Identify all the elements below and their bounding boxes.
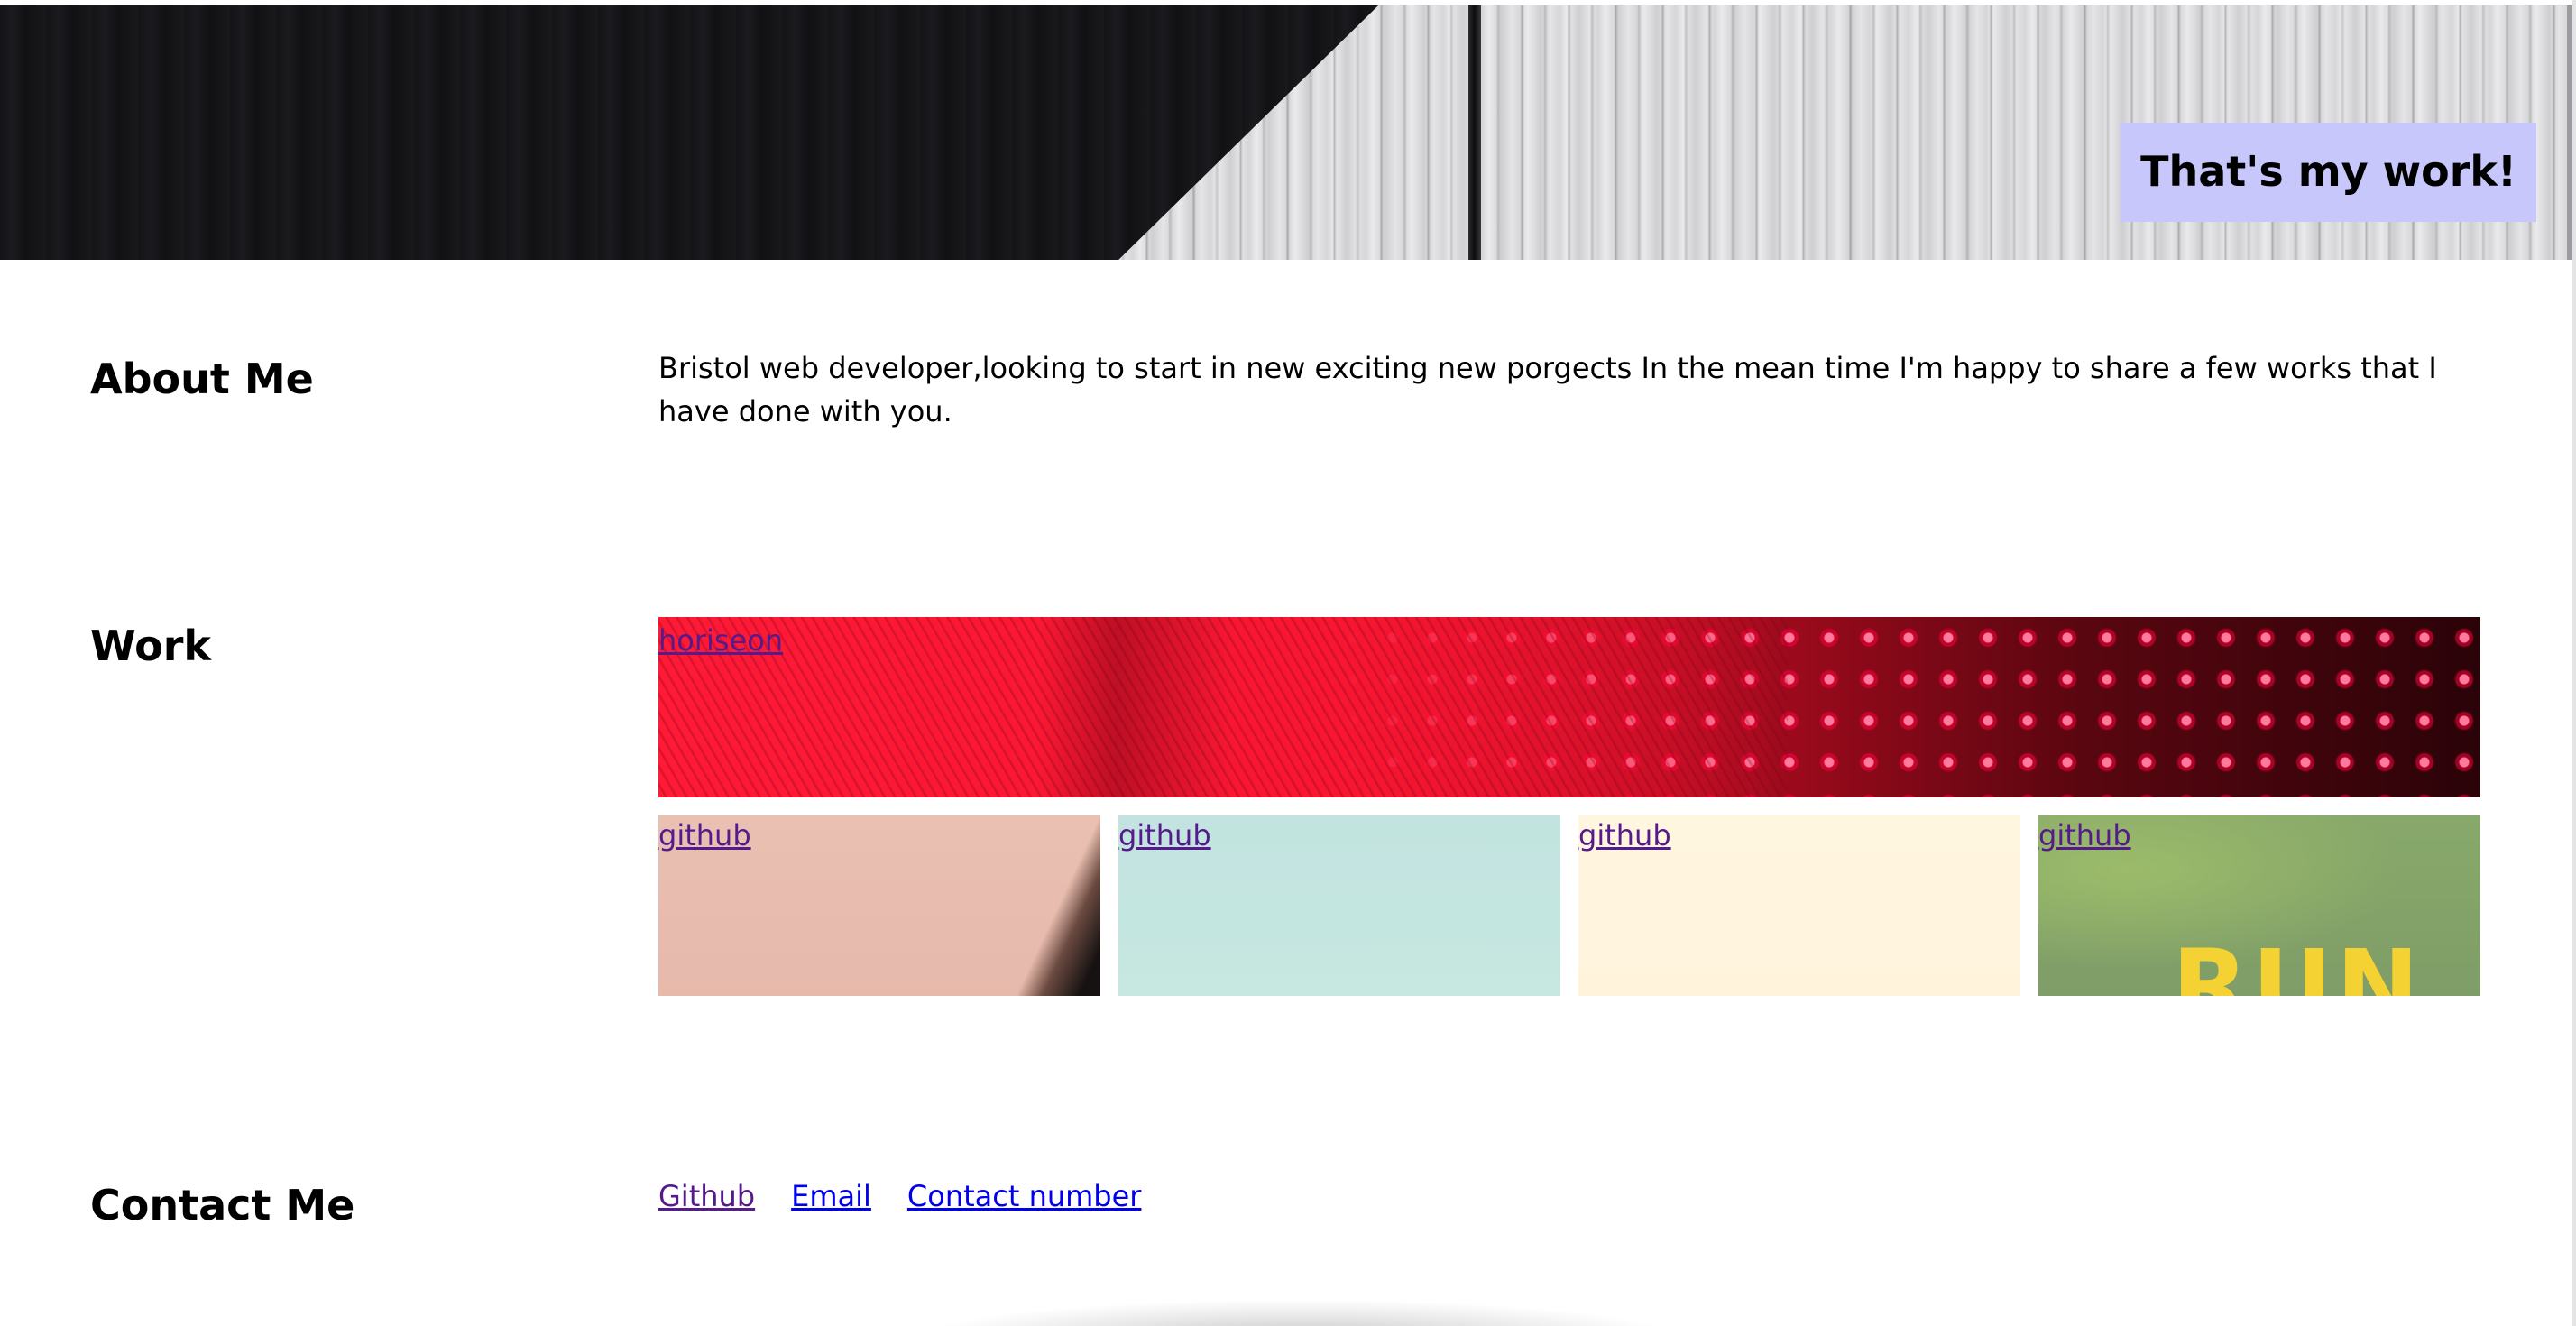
work-heading: Work: [90, 622, 211, 670]
work-tile-link[interactable]: github: [1118, 815, 1211, 855]
contact-number-link[interactable]: Contact number: [907, 1174, 1142, 1218]
hero-wood-crack: [1468, 5, 1481, 260]
work-tile[interactable]: github: [658, 815, 1100, 996]
hero-banner: That's my work!: [0, 5, 2572, 260]
portfolio-page: That's my work! About Me Bristol web dev…: [0, 0, 2576, 1326]
page-title: That's my work!: [2121, 123, 2536, 222]
work-tile-link[interactable]: github: [658, 815, 751, 855]
contact-heading: Contact Me: [90, 1181, 355, 1229]
work-tile-link[interactable]: github: [1578, 815, 1671, 855]
contact-links: Github Email Contact number: [658, 1174, 1141, 1218]
about-text: Bristol web developer,looking to start i…: [658, 351, 2437, 428]
github-link[interactable]: Github: [658, 1174, 755, 1218]
featured-work-link[interactable]: horiseon: [658, 621, 783, 660]
featured-work-card[interactable]: horiseon: [658, 617, 2480, 797]
about-heading: About Me: [90, 355, 314, 403]
bottom-drop-shadow: [911, 1299, 1687, 1326]
work-tile[interactable]: RUN github: [2038, 815, 2480, 996]
hero-edge: [2567, 5, 2572, 260]
work-tile[interactable]: github: [1118, 815, 1560, 996]
work-tile[interactable]: github: [1578, 815, 2020, 996]
run-sign-text: RUN: [2172, 928, 2424, 996]
email-link[interactable]: Email: [791, 1174, 871, 1218]
work-tile-link[interactable]: github: [2038, 815, 2131, 855]
